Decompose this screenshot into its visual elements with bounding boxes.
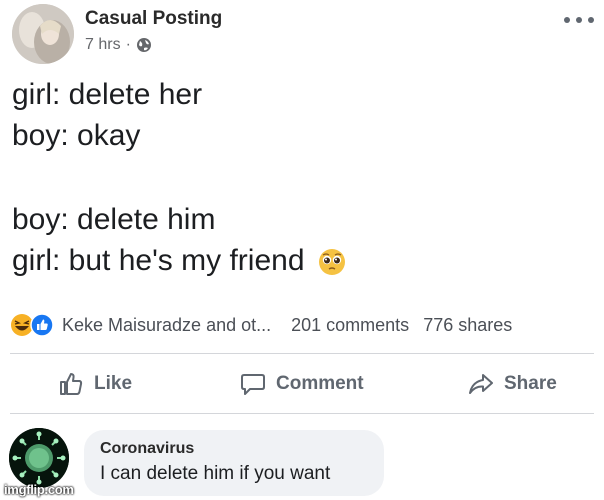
post-line-4: girl: but he's my friend — [12, 244, 305, 277]
meta-separator: · — [125, 36, 131, 53]
share-button[interactable]: Share — [468, 360, 557, 408]
comment-bubble: Coronavirus I can delete him if you want — [84, 430, 384, 496]
virus-photo — [9, 428, 69, 488]
like-button[interactable]: Like — [58, 360, 132, 408]
watermark: imgflip.com — [4, 482, 74, 497]
commenter-avatar[interactable] — [9, 428, 69, 488]
post-line-4-wrap: girl: but he's my friend — [12, 240, 592, 281]
post-author-name[interactable]: Casual Posting — [85, 8, 222, 30]
globe-icon — [136, 38, 151, 52]
post-line-3: boy: delete him — [12, 203, 216, 236]
share-arrow-icon — [469, 374, 493, 394]
post-meta: 7 hrs · — [85, 36, 152, 54]
post-line-2: boy: okay — [12, 119, 141, 152]
post-line-gap — [12, 156, 592, 199]
post-header: Casual Posting 7 hrs · — [0, 0, 604, 70]
like-reaction-icon — [30, 313, 54, 337]
pleading-face-emoji — [318, 249, 345, 276]
comment-text: I can delete him if you want — [100, 463, 331, 484]
post-line-1: girl: delete her — [12, 78, 203, 111]
comment-bubble-icon — [241, 374, 265, 395]
like-label: Like — [94, 373, 133, 394]
reaction-icons[interactable] — [10, 313, 54, 337]
more-dot — [588, 17, 594, 23]
profile-photo — [12, 4, 74, 64]
divider — [10, 413, 594, 414]
more-dot — [564, 17, 570, 23]
more-dot — [576, 17, 582, 23]
post-text: girl: delete her boy: okay boy: delete h… — [12, 74, 592, 281]
share-label: Share — [504, 373, 557, 394]
comment-row: Coronavirus I can delete him if you want — [0, 420, 604, 500]
action-bar: Like Comment Share — [0, 360, 604, 408]
commenter-name[interactable]: Coronavirus — [100, 439, 368, 459]
divider — [10, 353, 594, 354]
shares-count[interactable]: 776 shares — [423, 315, 512, 336]
reactors-text[interactable]: Keke Maisuradze and ot... — [62, 315, 271, 336]
more-options-icon[interactable] — [564, 12, 594, 28]
author-avatar[interactable] — [12, 4, 74, 64]
post-time[interactable]: 7 hrs — [85, 36, 121, 54]
engagement-stats: Keke Maisuradze and ot... 201 comments 7… — [10, 310, 600, 340]
comment-label: Comment — [276, 373, 364, 394]
comment-button[interactable]: Comment — [240, 360, 364, 408]
comments-count[interactable]: 201 comments — [291, 315, 409, 336]
thumbs-up-icon — [60, 373, 83, 395]
